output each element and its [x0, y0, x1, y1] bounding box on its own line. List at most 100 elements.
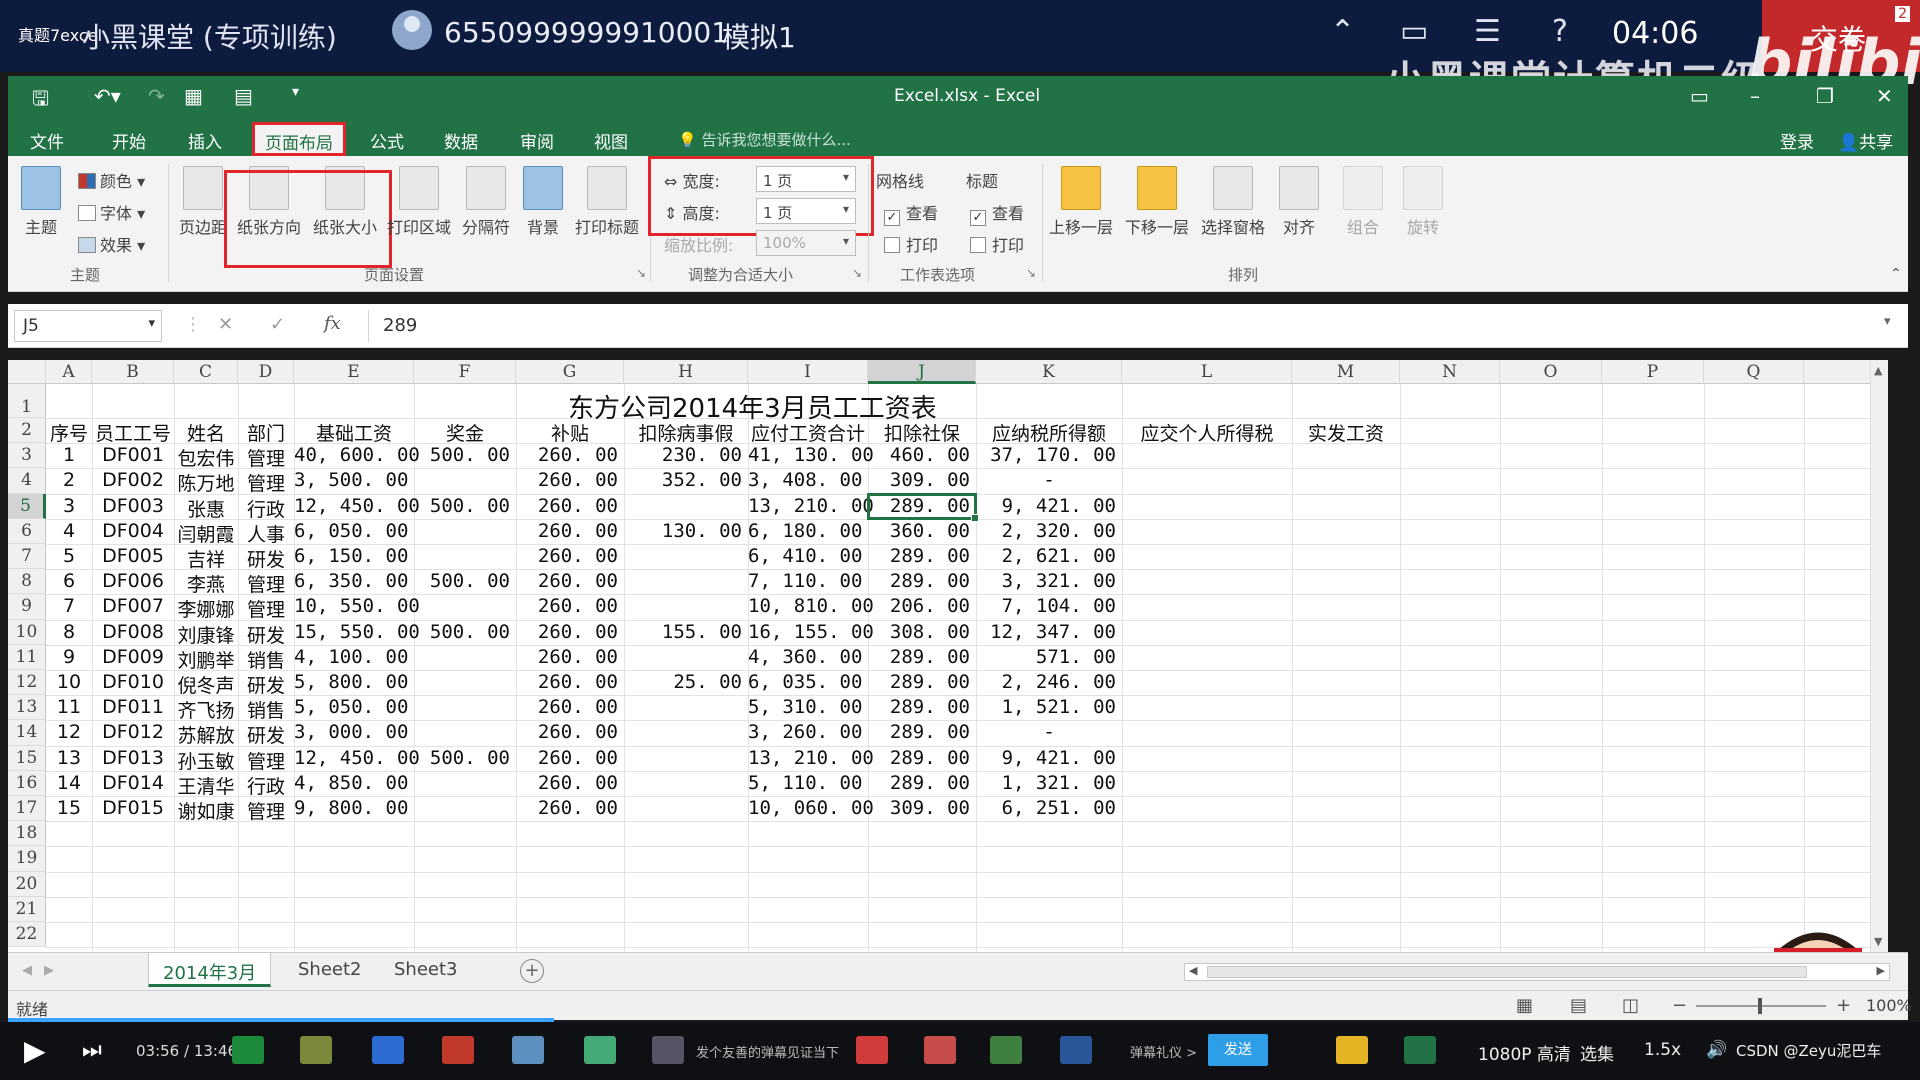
table-cell[interactable]: 130. 00: [624, 520, 748, 542]
table-cell[interactable]: 289. 00: [868, 696, 976, 718]
tab-page-layout[interactable]: 页面布局: [252, 122, 346, 156]
table-cell[interactable]: 25. 00: [624, 671, 748, 693]
tab-file[interactable]: 文件: [30, 128, 64, 153]
row-header-2[interactable]: 2: [8, 418, 46, 444]
table-cell[interactable]: 10, 550. 00: [294, 595, 420, 617]
table-cell[interactable]: 14: [46, 772, 92, 794]
table-cell[interactable]: 260. 00: [516, 570, 624, 592]
table-cell[interactable]: 9, 421. 00: [976, 495, 1122, 517]
table-cell[interactable]: 6, 350. 00: [294, 570, 414, 592]
table-cell[interactable]: 6, 251. 00: [976, 797, 1122, 819]
table-cell[interactable]: 260. 00: [516, 646, 624, 668]
themes-button[interactable]: 主题: [16, 166, 66, 238]
table-cell[interactable]: 11: [46, 696, 92, 718]
table-cell[interactable]: 研发: [238, 671, 294, 698]
column-header-j[interactable]: J: [868, 360, 976, 384]
column-header-f[interactable]: F: [414, 360, 516, 384]
table-cell[interactable]: 9: [46, 646, 92, 668]
table-cell[interactable]: 5, 050. 00: [294, 696, 414, 718]
table-cell[interactable]: DF005: [92, 545, 174, 567]
gridlines-view-checkbox[interactable]: ✓ 查看: [884, 200, 938, 226]
table-cell[interactable]: 260. 00: [516, 520, 624, 542]
restore-icon[interactable]: ❐: [1816, 84, 1834, 108]
table-cell[interactable]: 研发: [238, 721, 294, 748]
table-cell[interactable]: 260. 00: [516, 721, 624, 743]
table-cell[interactable]: 260. 00: [516, 747, 624, 769]
taskbar-app-icon[interactable]: [924, 1036, 956, 1064]
play-icon[interactable]: ▶: [24, 1034, 46, 1067]
column-header-d[interactable]: D: [238, 360, 294, 384]
print-area-button[interactable]: 打印区域: [384, 166, 454, 238]
collapse-up-icon[interactable]: ⌃: [1330, 14, 1355, 49]
share-button[interactable]: 👤共享: [1838, 128, 1893, 153]
table-cell[interactable]: DF002: [92, 469, 174, 491]
page-layout-view-icon[interactable]: ▤: [1570, 995, 1587, 1016]
tab-insert[interactable]: 插入: [188, 128, 222, 153]
table-cell[interactable]: DF006: [92, 570, 174, 592]
tab-view[interactable]: 视图: [594, 128, 628, 153]
list-icon[interactable]: ☰: [1474, 14, 1501, 49]
vertical-scrollbar[interactable]: ▲ ▼: [1870, 360, 1888, 952]
tab-data[interactable]: 数据: [444, 128, 478, 153]
table-cell[interactable]: DF009: [92, 646, 174, 668]
table-cell[interactable]: 500. 00: [414, 621, 516, 643]
colors-button[interactable]: 颜色 ▾: [78, 168, 145, 192]
table-cell[interactable]: 260. 00: [516, 797, 624, 819]
name-box[interactable]: J5: [14, 310, 162, 342]
table-cell[interactable]: 15, 550. 00: [294, 621, 420, 643]
table-cell[interactable]: 13, 210. 00: [748, 495, 874, 517]
table-cell[interactable]: 陈万地: [174, 469, 238, 496]
header-cell[interactable]: 序号: [46, 419, 92, 446]
scale-input[interactable]: 100%: [756, 230, 856, 256]
table-cell[interactable]: 7, 110. 00: [748, 570, 868, 592]
table-cell[interactable]: 260. 00: [516, 772, 624, 794]
table-cell[interactable]: 7, 104. 00: [976, 595, 1122, 617]
table-cell[interactable]: 3, 321. 00: [976, 570, 1122, 592]
table-cell[interactable]: 2, 320. 00: [976, 520, 1122, 542]
table-cell[interactable]: 管理: [238, 570, 294, 597]
table-cell[interactable]: 9, 421. 00: [976, 747, 1122, 769]
minimize-icon[interactable]: –: [1750, 84, 1760, 108]
table-cell[interactable]: 289. 00: [868, 646, 976, 668]
row-header-22[interactable]: 22: [8, 922, 46, 948]
column-header-o[interactable]: O: [1500, 360, 1602, 384]
table-cell[interactable]: 500. 00: [414, 570, 516, 592]
column-header-p[interactable]: P: [1602, 360, 1704, 384]
row-header-6[interactable]: 6: [8, 518, 46, 544]
table-cell[interactable]: 8: [46, 621, 92, 643]
table-cell[interactable]: 销售: [238, 696, 294, 723]
table-cell[interactable]: 5, 800. 00: [294, 671, 414, 693]
headings-print-checkbox[interactable]: 打印: [970, 232, 1024, 256]
danmaku-input[interactable]: 发个友善的弹幕见证当下: [696, 1042, 839, 1061]
headings-view-checkbox[interactable]: ✓ 查看: [970, 200, 1024, 226]
column-header-b[interactable]: B: [92, 360, 174, 384]
quick-table-icon[interactable]: ▦: [184, 84, 203, 108]
taskbar-app-icon[interactable]: [232, 1036, 264, 1064]
column-header-g[interactable]: G: [516, 360, 624, 384]
row-header-8[interactable]: 8: [8, 569, 46, 595]
header-cell[interactable]: 应付工资合计: [748, 419, 868, 446]
table-cell[interactable]: 10, 060. 00: [748, 797, 874, 819]
table-cell[interactable]: 张惠: [174, 495, 238, 522]
table-cell[interactable]: 6: [46, 570, 92, 592]
table-cell[interactable]: 3, 408. 00: [748, 469, 868, 491]
expand-formula-icon[interactable]: ▾: [1884, 314, 1891, 329]
table-cell[interactable]: 260. 00: [516, 469, 624, 491]
table-cell[interactable]: 13: [46, 747, 92, 769]
breaks-button[interactable]: 分隔符: [456, 166, 516, 238]
table-cell[interactable]: 5, 110. 00: [748, 772, 868, 794]
column-header-l[interactable]: L: [1122, 360, 1292, 384]
align-button[interactable]: 对齐: [1274, 166, 1324, 238]
table-cell[interactable]: 人事: [238, 520, 294, 547]
table-cell[interactable]: 3, 000. 00: [294, 721, 414, 743]
header-cell[interactable]: 姓名: [174, 419, 238, 446]
row-header-20[interactable]: 20: [8, 871, 46, 897]
table-cell[interactable]: 289. 00: [868, 747, 976, 769]
tab-review[interactable]: 审阅: [520, 128, 554, 153]
taskbar-app-icon[interactable]: [442, 1036, 474, 1064]
taskbar-app-icon[interactable]: [584, 1036, 616, 1064]
table-cell[interactable]: 4, 360. 00: [748, 646, 868, 668]
horizontal-scrollbar[interactable]: ◀ ▶: [1184, 963, 1890, 981]
quick-form-icon[interactable]: ▤: [234, 84, 253, 108]
table-cell[interactable]: 管理: [238, 444, 294, 471]
